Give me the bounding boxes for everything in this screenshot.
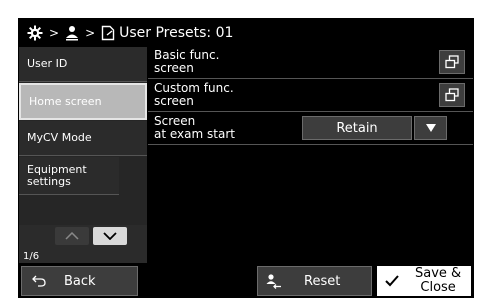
chevron-down-icon	[103, 232, 117, 240]
page-down-button[interactable]	[93, 227, 127, 245]
back-label: Back	[64, 273, 96, 289]
settings-list: Basic func. screen Custom func. screen S…	[148, 47, 473, 263]
save-close-button[interactable]: Save & Close	[375, 264, 473, 298]
footer-bar: Back Reset Save & Close	[19, 264, 473, 298]
dropdown-button[interactable]	[414, 116, 447, 140]
gear-icon[interactable]	[27, 25, 43, 41]
setting-label: Custom func. screen	[154, 81, 234, 108]
setting-label: Basic func. screen	[154, 48, 220, 75]
breadcrumb: > > User Presets: 01	[19, 19, 473, 46]
sidebar-item-label: MyCV Mode	[27, 131, 92, 144]
sidebar-item-equipment-settings[interactable]: Equipment settings	[19, 157, 119, 195]
save-close-label: Save & Close	[415, 266, 462, 295]
checkmark-icon	[385, 275, 399, 287]
setting-label: Screen at exam start	[154, 114, 235, 141]
reset-button[interactable]: Reset	[257, 266, 372, 296]
chevron-up-icon	[65, 232, 79, 240]
dropdown-arrow-icon	[425, 124, 436, 132]
user-icon[interactable]	[65, 25, 79, 41]
exam-start-screen-select[interactable]: Retain	[302, 116, 412, 140]
open-window-icon	[445, 55, 459, 69]
back-button[interactable]: Back	[21, 266, 138, 296]
page-up-button[interactable]	[55, 227, 89, 245]
breadcrumb-separator: >	[85, 25, 96, 40]
sidebar-item-label: User ID	[27, 57, 68, 70]
open-window-button[interactable]	[439, 83, 465, 107]
sidebar-item-mycv-mode[interactable]: MyCV Mode	[19, 121, 147, 156]
sidebar-item-home-screen[interactable]: Home screen	[19, 83, 147, 120]
page-title: User Presets: 01	[119, 24, 234, 41]
reset-label: Reset	[304, 273, 341, 289]
breadcrumb-separator: >	[49, 25, 60, 40]
setting-row-basic-func-screen: Basic func. screen	[148, 47, 473, 79]
page-indicator: 1/6	[23, 251, 40, 262]
sidebar-item-user-id[interactable]: User ID	[19, 47, 147, 82]
setting-row-custom-func-screen: Custom func. screen	[148, 80, 473, 112]
back-arrow-icon	[32, 275, 46, 287]
sidebar-pager: 1/6	[19, 225, 147, 263]
sidebar-item-label: Equipment settings	[27, 162, 87, 188]
open-window-icon	[445, 88, 459, 102]
open-window-button[interactable]	[439, 50, 465, 74]
setting-row-screen-at-exam-start: Screen at exam start Retain	[148, 113, 473, 145]
sidebar-item-label: Home screen	[29, 94, 102, 108]
sidebar: User ID Home screen MyCV Mode Equipment …	[19, 47, 147, 263]
document-icon[interactable]	[101, 25, 115, 41]
settings-window: > > User Presets: 01 User ID Home screen…	[18, 18, 474, 298]
reset-user-icon	[266, 274, 281, 289]
